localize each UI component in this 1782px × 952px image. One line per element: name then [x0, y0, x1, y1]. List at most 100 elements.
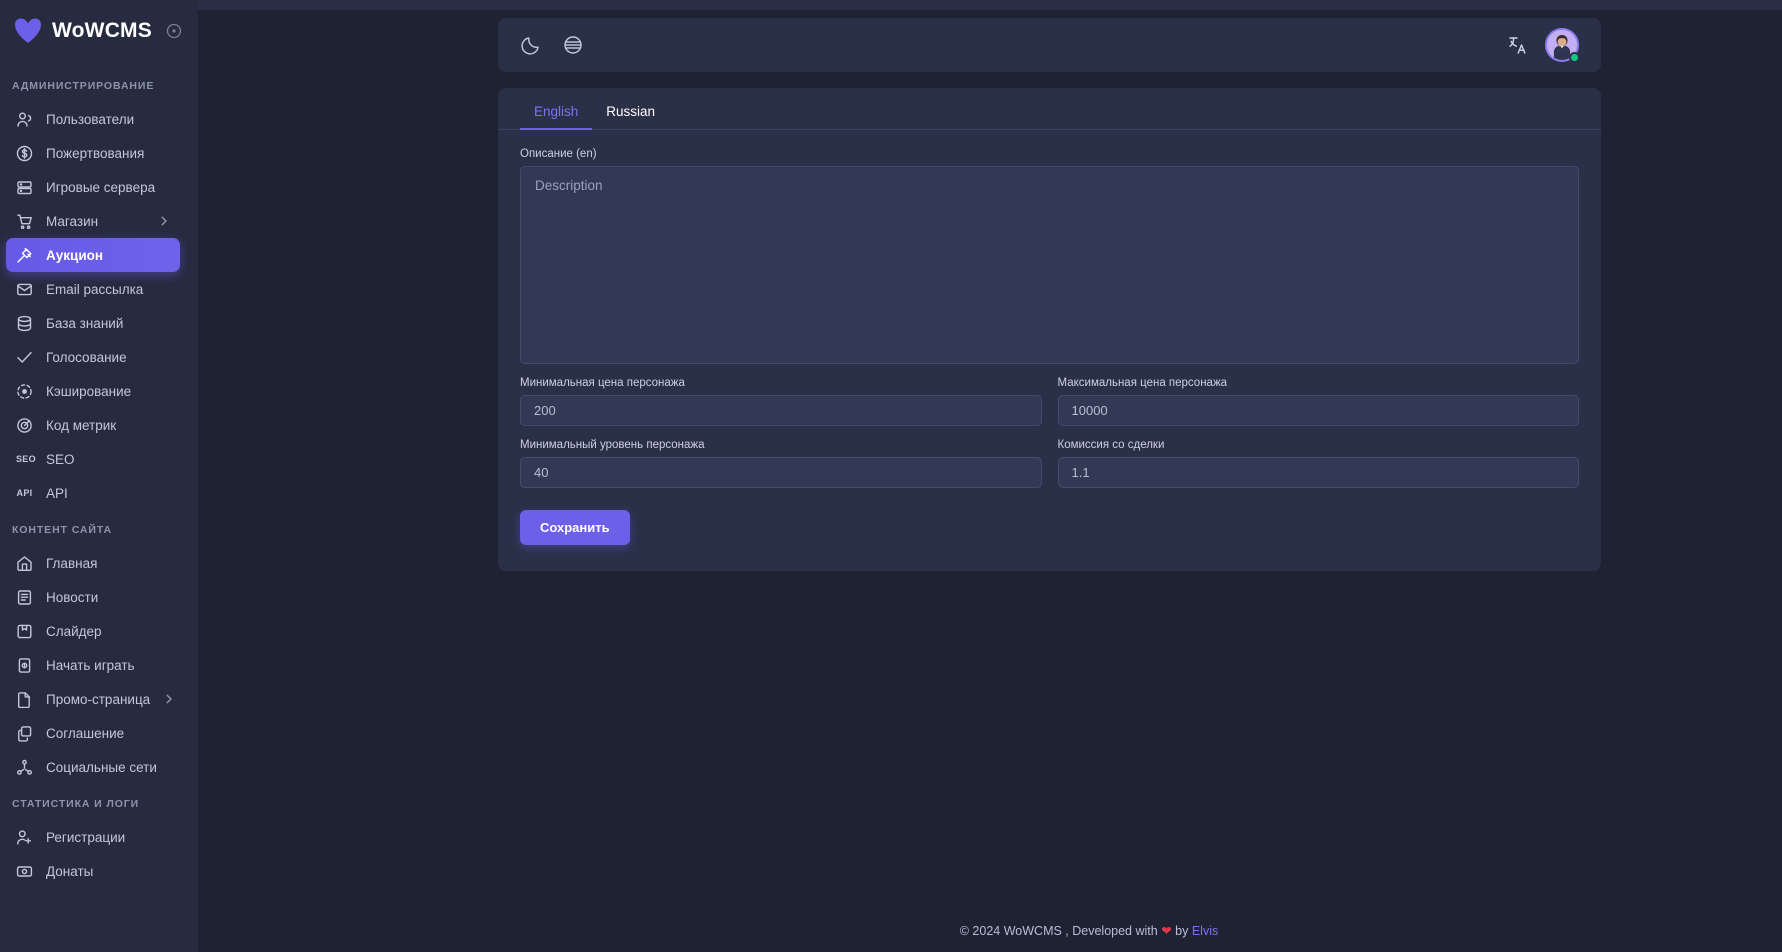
nav-section-title: АДМИНИСТРИРОВАНИЕ	[12, 80, 155, 92]
sidebar-item-игровые-сервера[interactable]: Игровые сервера	[6, 170, 180, 204]
level-commission-row: Минимальный уровень персонажа Комиссия с…	[520, 439, 1579, 488]
dollar-circle-icon	[16, 145, 33, 162]
sidebar-item-label: Главная	[46, 555, 98, 571]
sidebar-item-магазин[interactable]: Магазин	[6, 204, 180, 238]
sidebar-item-пожертвования[interactable]: Пожертвования	[6, 136, 180, 170]
share-icon	[16, 759, 33, 776]
sidebar-item-label: Новости	[46, 589, 99, 605]
min-level-input[interactable]	[520, 457, 1042, 488]
description-input[interactable]	[520, 166, 1579, 364]
sidebar-item-кэширование[interactable]: Кэширование	[6, 374, 180, 408]
sidebar-item-label: Магазин	[46, 213, 99, 229]
brand[interactable]: WoWCMS	[0, 0, 198, 62]
copy-icon	[16, 725, 33, 742]
sidebar-item-label: Email рассылка	[46, 281, 144, 297]
user-plus-icon	[16, 829, 33, 846]
sidebar-item-label: Начать играть	[46, 657, 135, 673]
brand-name: WoWCMS	[52, 19, 152, 42]
money-icon	[16, 863, 33, 880]
commission-input[interactable]	[1057, 457, 1579, 488]
sidebar-item-код-метрик[interactable]: Код метрик	[6, 408, 180, 442]
sidebar-item-label: Аукцион	[46, 247, 104, 263]
check-icon	[16, 349, 33, 366]
users-icon	[16, 111, 33, 128]
sidebar-item-начать-играть[interactable]: Начать играть	[6, 648, 180, 682]
mail-icon	[16, 281, 33, 298]
tab-russian[interactable]: Russian	[592, 104, 669, 130]
sidebar-item-голосование[interactable]: Голосование	[6, 340, 180, 374]
sidebar: WoWCMS АДМИНИСТРИРОВАНИЕ Пользователи Поже…	[0, 0, 198, 952]
sidebar-item-label: Голосование	[46, 349, 127, 365]
chevron-right-icon	[163, 693, 175, 705]
avatar[interactable]	[1545, 28, 1580, 63]
sidebar-item-seo[interactable]: SEO SEO	[6, 442, 180, 476]
min-level-field: Минимальный уровень персонажа	[520, 439, 1042, 488]
circle-dot-icon[interactable]	[166, 23, 182, 39]
nav-section-title: СТАТИСТИКА И ЛОГИ	[12, 798, 140, 810]
globe-icon[interactable]	[562, 34, 584, 56]
sidebar-item-новости[interactable]: Новости	[6, 580, 180, 614]
top-strip	[198, 0, 1782, 10]
admin-panel: WoWCMS АДМИНИСТРИРОВАНИЕ Пользователи Поже…	[0, 0, 1782, 952]
sidebar-item-база-знаний[interactable]: База знаний	[6, 306, 180, 340]
save-button[interactable]: Сохранить	[520, 510, 630, 545]
sidebar-item-аукцион[interactable]: Аукцион	[6, 238, 180, 272]
max-price-input[interactable]	[1057, 395, 1579, 426]
sidebar-item-label: SEO	[46, 451, 75, 467]
cache-icon	[16, 383, 33, 400]
api-icon: API	[16, 487, 33, 498]
sidebar-item-label: Слайдер	[46, 623, 102, 639]
sidebar-item-label: Код метрик	[46, 417, 117, 433]
footer-copyright: © 2024 WoWCMS , Developed with	[959, 924, 1158, 938]
heart-icon: ❤	[1161, 924, 1172, 938]
chevron-right-icon	[158, 215, 170, 227]
sidebar-item-слайдер[interactable]: Слайдер	[6, 614, 180, 648]
auction-settings-form: Описание (en) Минимальная цена персонажа…	[498, 130, 1601, 545]
settings-card: EnglishRussian Описание (en) Минимальная…	[498, 88, 1601, 571]
sidebar-item-label: Кэширование	[46, 383, 132, 399]
moon-icon[interactable]	[520, 34, 542, 56]
sidebar-item-api[interactable]: API API	[6, 476, 180, 510]
gavel-icon	[16, 247, 33, 264]
sidebar-item-label: База знаний	[46, 315, 124, 331]
server-icon	[16, 179, 33, 196]
sidebar-item-label: Донаты	[46, 863, 94, 879]
sidebar-item-пользователи[interactable]: Пользователи	[6, 102, 180, 136]
nav-section-title: КОНТЕНТ САЙТА	[12, 524, 112, 536]
min-price-input[interactable]	[520, 395, 1042, 426]
seo-icon: SEO	[16, 453, 36, 464]
footer-by: by	[1175, 924, 1189, 938]
sidebar-item-label: API	[46, 485, 68, 501]
sidebar-item-label: Пожертвования	[46, 145, 145, 161]
sidebar-item-соглашение[interactable]: Соглашение	[6, 716, 180, 750]
play-card-icon	[16, 657, 33, 674]
sidebar-item-донаты[interactable]: Донаты	[6, 854, 180, 888]
sidebar-item-label: Пользователи	[46, 111, 135, 127]
sidebar-item-label: Игровые сервера	[46, 179, 156, 195]
metrics-icon	[16, 417, 33, 434]
sidebar-item-социальные-сети[interactable]: Социальные сети	[6, 750, 180, 784]
max-price-label: Максимальная цена персонажа	[1057, 377, 1228, 389]
header-left-icons	[520, 34, 584, 56]
header-right-actions	[1507, 28, 1580, 63]
commission-field: Комиссия со сделки	[1057, 439, 1579, 488]
database-icon	[16, 315, 33, 332]
sidebar-nav: АДМИНИСТРИРОВАНИЕ Пользователи Пожертвован…	[0, 62, 198, 888]
max-price-field: Максимальная цена персонажа	[1057, 377, 1579, 426]
news-icon	[16, 589, 33, 606]
sidebar-item-промо-страница[interactable]: Промо-страница	[6, 682, 180, 716]
min-level-label: Минимальный уровень персонажа	[520, 439, 705, 451]
top-header-bar	[498, 18, 1601, 72]
sidebar-item-label: Соглашение	[46, 725, 125, 741]
footer-author-link[interactable]: Elvis	[1192, 924, 1218, 938]
status-badge	[1569, 52, 1580, 63]
translate-icon[interactable]	[1507, 34, 1529, 56]
sidebar-item-label: Промо-страница	[46, 691, 151, 707]
sidebar-item-регистрации[interactable]: Регистрации	[6, 820, 180, 854]
min-price-field: Минимальная цена персонажа	[520, 377, 1042, 426]
tab-english[interactable]: English	[520, 104, 593, 130]
cart-icon	[16, 213, 33, 230]
heart-logo-icon	[14, 18, 42, 44]
sidebar-item-email-рассылка[interactable]: Email рассылка	[6, 272, 180, 306]
sidebar-item-главная[interactable]: Главная	[6, 546, 180, 580]
